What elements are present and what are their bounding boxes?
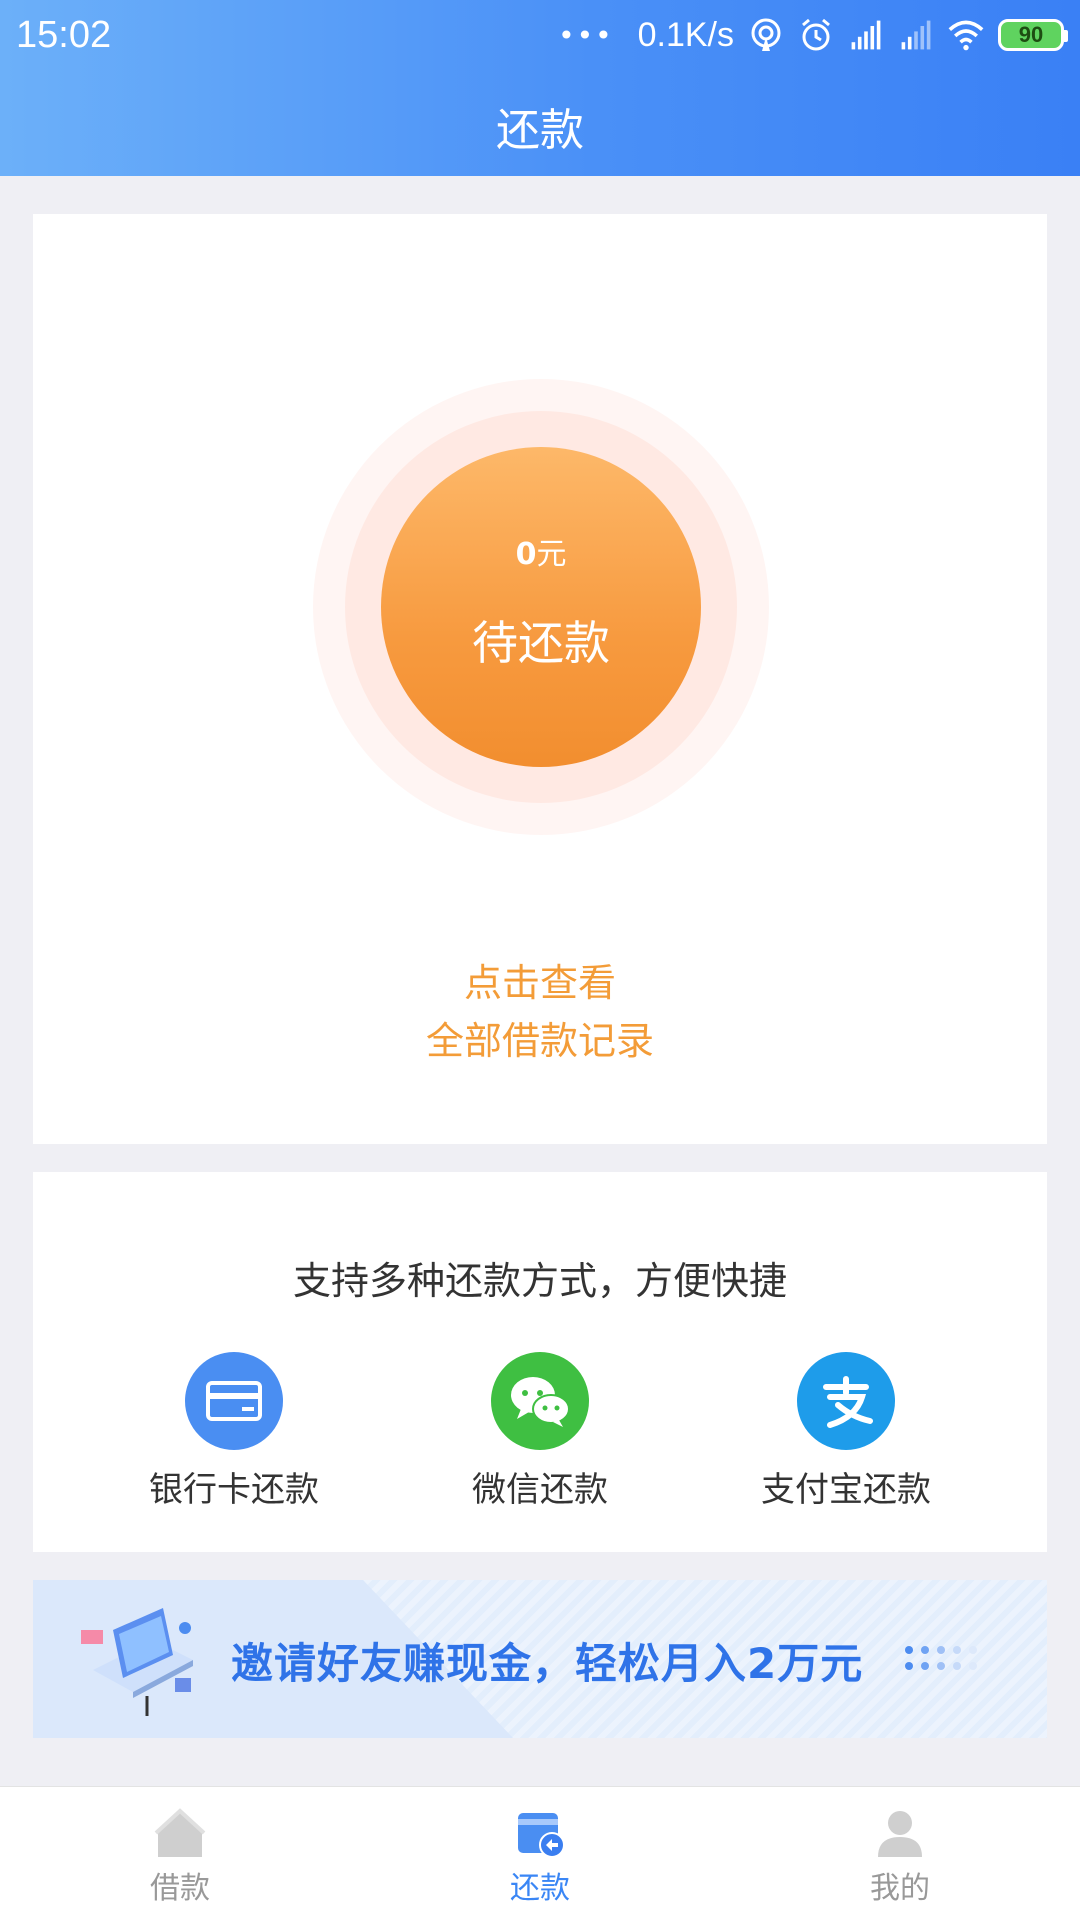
nav-label: 还款 [510,1871,570,1906]
banner-text: 邀请好友赚现金，轻松月入2万元 [231,1639,864,1688]
app-header: 15:02 ••• 0.1K/s 90 还款 [0,0,1080,176]
records-line2: 全部借款记录 [425,1019,654,1063]
alarm-icon [802,18,830,51]
nav-item-borrow[interactable]: 借款 [0,1787,360,1920]
method-wechat[interactable]: 微信还款 [420,1352,660,1511]
pending-repayment-circle[interactable]: 0元 待还款 [381,447,701,767]
method-alipay[interactable]: 支付宝还款 [726,1352,966,1511]
nav-label: 借款 [150,1871,210,1906]
network-speed: 0.1K/s [637,15,734,54]
pending-label: 待还款 [472,616,610,670]
nav-label: 我的 [870,1871,930,1906]
status-time: 15:02 [16,13,112,56]
more-dots-icon: ••• [558,18,614,52]
nav-item-repay[interactable]: 还款 [360,1787,720,1920]
amount-value: 0 [515,537,537,572]
method-bank-card[interactable]: 银行卡还款 [114,1352,354,1511]
records-line1: 点击查看 [463,961,616,1005]
battery-icon: 90 [998,19,1068,51]
method-label: 支付宝还款 [761,1470,931,1510]
amount-unit: 元 [536,537,567,572]
user-icon [878,1811,922,1857]
wechat-icon [491,1352,589,1450]
bottom-nav: 借款 还款 我的 [0,1786,1080,1920]
invite-banner[interactable]: 邀请好友赚现金，轻松月入2万元 [33,1580,1047,1738]
method-label: 银行卡还款 [149,1470,319,1510]
view-all-records-link[interactable]: 点击查看 全部借款记录 [33,954,1047,1070]
pending-amount: 0元 [381,529,701,573]
laptop-illustration-icon [81,1608,193,1716]
method-label: 微信还款 [472,1470,608,1510]
alipay-icon [797,1352,895,1450]
page-title: 还款 [496,105,584,156]
signal-hd-icon [851,20,881,50]
nav-item-mine[interactable]: 我的 [720,1787,1080,1920]
bank-card-icon [185,1352,283,1450]
status-bar: 15:02 ••• 0.1K/s 90 [0,0,1080,70]
status-icons: ••• 0.1K/s 90 [558,15,1068,55]
methods-title: 支持多种还款方式，方便快捷 [292,1259,787,1303]
repay-icon [518,1813,565,1858]
hotspot-icon [751,18,781,51]
wifi-icon [948,20,984,51]
battery-level: 90 [1018,22,1044,47]
repayment-methods-card: 支持多种还款方式，方便快捷 银行卡还款 微信还款 支付宝还款 [33,1172,1047,1552]
home-icon [154,1808,206,1857]
decorative-dots-icon [905,1646,977,1670]
repayment-summary-card: 0元 待还款 点击查看 全部借款记录 [33,214,1047,1144]
signal-icon [901,20,931,50]
